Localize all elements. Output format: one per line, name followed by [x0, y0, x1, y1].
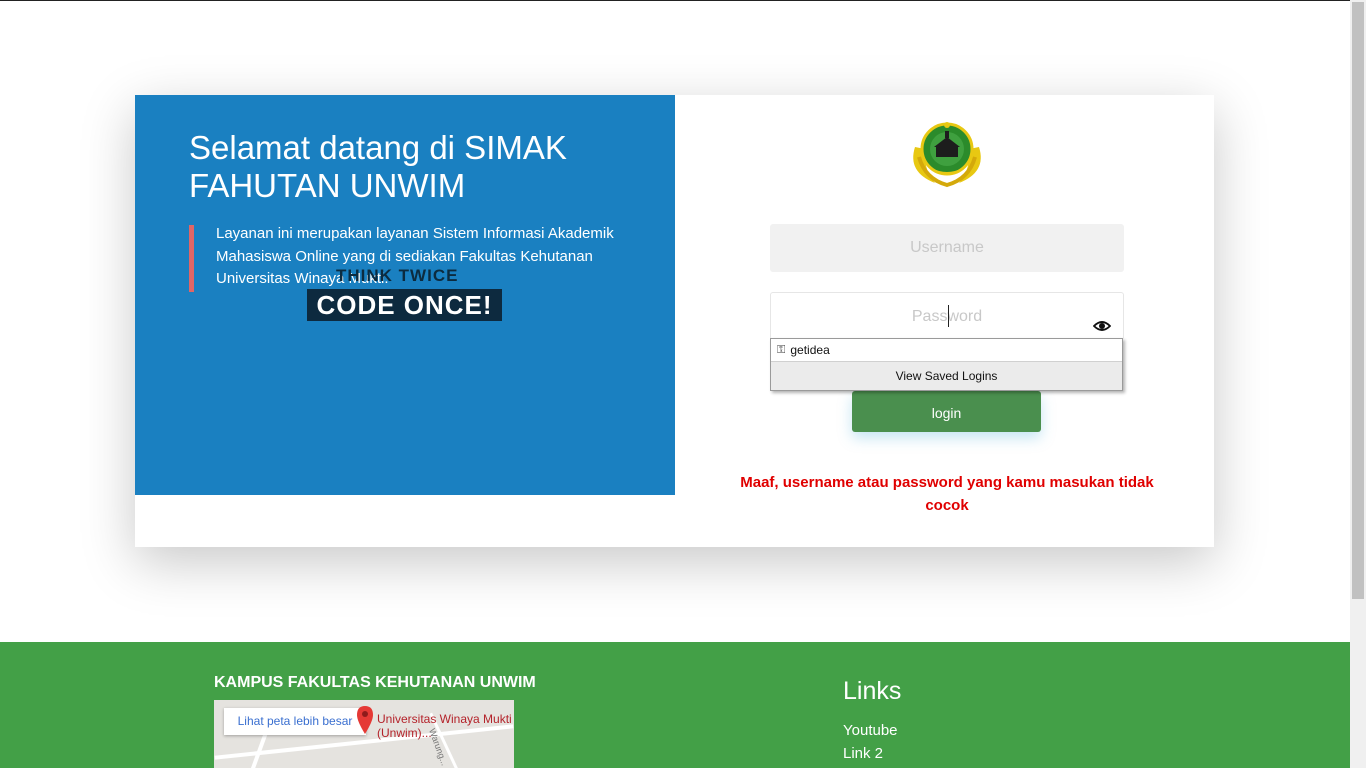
view-saved-logins-button[interactable]: View Saved Logins: [771, 361, 1122, 390]
login-card: Selamat datang di SIMAK FAHUTAN UNWIM La…: [135, 95, 1214, 547]
text-cursor: [948, 305, 949, 327]
error-message: Maaf, username atau password yang kamu m…: [740, 474, 1154, 514]
saved-login-item[interactable]: ⚿ getidea: [771, 339, 1122, 361]
username-input[interactable]: Username: [770, 224, 1124, 272]
sticker-think-twice: THINK TWICE: [336, 266, 459, 285]
sticker-code-once: CODE ONCE!: [307, 289, 502, 321]
campus-map[interactable]: Lihat peta lebih besar Universitas Winay…: [214, 700, 514, 768]
password-placeholder: Password: [911, 308, 983, 325]
password-input[interactable]: Password: [770, 292, 1124, 340]
quote-accent-bar: [189, 225, 194, 292]
site-footer: KAMPUS FAKULTAS KEHUTANAN UNWIM Lihat pe…: [0, 642, 1350, 768]
welcome-title: Selamat datang di SIMAK FAHUTAN UNWIM: [189, 129, 567, 204]
links-title: Links: [843, 677, 902, 705]
university-emblem-icon: [905, 117, 989, 189]
link-youtube[interactable]: Youtube: [843, 722, 898, 739]
view-larger-map-link[interactable]: Lihat peta lebih besar: [224, 708, 366, 735]
map-place-label: Universitas Winaya Mukti (Unwim)...: [377, 712, 512, 740]
saved-login-username: getidea: [790, 343, 830, 357]
welcome-panel: Selamat datang di SIMAK FAHUTAN UNWIM La…: [135, 95, 675, 495]
login-button[interactable]: login: [852, 391, 1041, 432]
campus-title: KAMPUS FAKULTAS KEHUTANAN UNWIM: [214, 674, 536, 691]
key-icon: ⚿: [777, 344, 786, 356]
eye-icon[interactable]: [1092, 307, 1112, 331]
link-2[interactable]: Link 2: [843, 745, 883, 762]
saved-logins-dropdown: ⚿ getidea View Saved Logins: [770, 338, 1123, 391]
page-scrollbar[interactable]: [1350, 0, 1366, 768]
map-pin-icon: [357, 706, 373, 734]
window-top-border: [0, 0, 1350, 1]
scrollbar-thumb[interactable]: [1352, 2, 1364, 599]
